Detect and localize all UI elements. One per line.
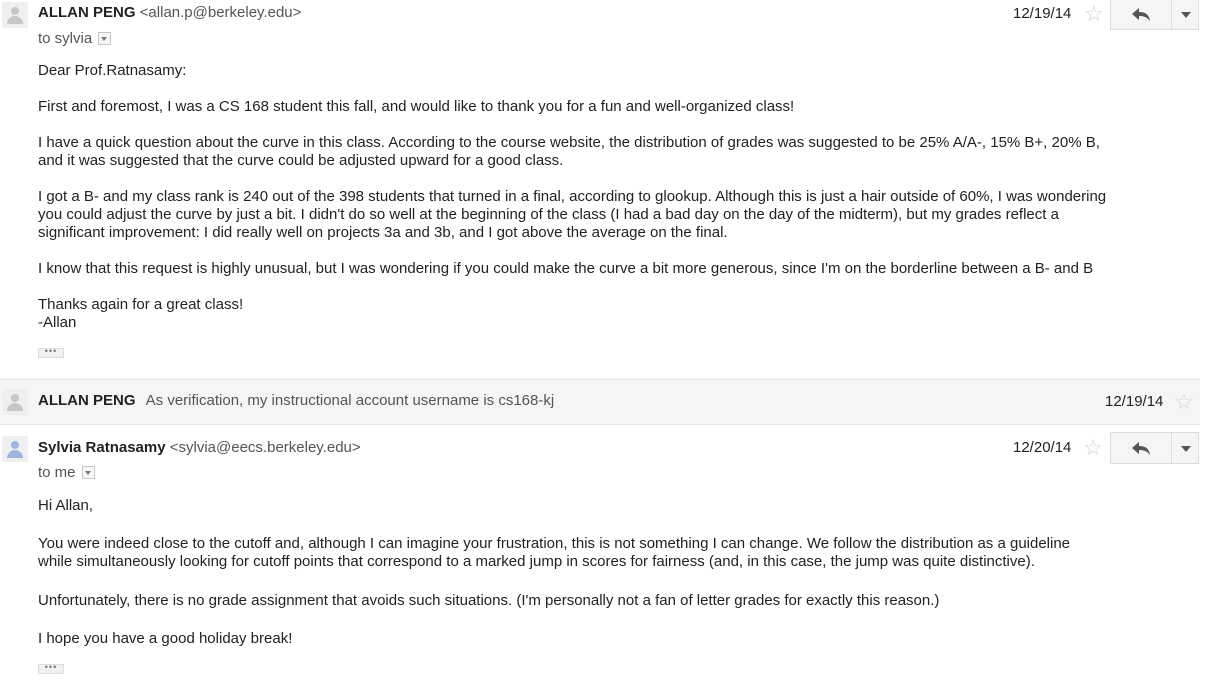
chevron-down-icon [1181, 446, 1191, 452]
show-trimmed-content-icon[interactable]: ••• [38, 347, 64, 358]
body-line: -Allan [38, 314, 77, 331]
body-line: I know that this request is highly unusu… [38, 260, 1094, 277]
body-line: I have a quick question about the curve … [38, 134, 1100, 151]
body-line: Unfortunately, there is no grade assignm… [38, 592, 940, 609]
recipient-line: to sylvia [38, 30, 112, 47]
show-details-caret-icon[interactable] [98, 31, 112, 45]
person-avatar-icon [2, 389, 28, 415]
star-icon[interactable]: ☆ [1084, 3, 1104, 25]
collapsed-summary: ALLAN PENG As verification, my instructi… [38, 392, 554, 409]
body-line: and it was suggested that the curve coul… [38, 152, 564, 169]
message-header: Sylvia Ratnasamy <sylvia@eecs.berkeley.e… [38, 439, 361, 456]
show-details-caret-icon[interactable] [81, 465, 95, 479]
person-avatar-icon [2, 2, 28, 28]
reply-button[interactable] [1110, 0, 1172, 30]
body-line: You were indeed close to the cutoff and,… [38, 535, 1071, 552]
message-allan-2-collapsed[interactable]: ALLAN PENG As verification, my instructi… [0, 379, 1200, 425]
body-line: Dear Prof.Ratnasamy: [38, 62, 187, 79]
body-line: First and foremost, I was a CS 168 stude… [38, 98, 795, 115]
recipient-text: to sylvia [38, 30, 93, 47]
sender-email: <sylvia@eecs.berkeley.edu> [169, 439, 361, 456]
body-line: Hi Allan, [38, 497, 94, 514]
message-header: ALLAN PENG <allan.p@berkeley.edu> [38, 4, 301, 21]
recipient-text: to me [38, 464, 76, 481]
reply-arrow-icon [1132, 8, 1150, 21]
body-line: significant improvement: I did really we… [38, 224, 728, 241]
star-icon[interactable]: ☆ [1174, 391, 1194, 413]
body-line: you could adjust the curve by just a bit… [38, 206, 1059, 223]
show-trimmed-content-icon[interactable]: ••• [38, 663, 64, 674]
recipient-line: to me [38, 464, 95, 481]
person-avatar-icon [2, 436, 28, 462]
body-line: I got a B- and my class rank is 240 out … [38, 188, 1107, 205]
sender-name: ALLAN PENG [38, 392, 136, 409]
message-snippet: As verification, my instructional accoun… [145, 392, 555, 409]
message-date: 12/20/14 [1013, 439, 1072, 456]
sender-email: <allan.p@berkeley.edu> [139, 4, 302, 21]
reply-button[interactable] [1110, 432, 1172, 464]
reply-arrow-icon [1132, 442, 1150, 455]
star-icon[interactable]: ☆ [1083, 437, 1103, 459]
chevron-down-icon [1181, 12, 1191, 18]
more-options-button[interactable] [1171, 0, 1199, 30]
body-line: I hope you have a good holiday break! [38, 630, 293, 647]
more-options-button[interactable] [1171, 432, 1199, 464]
message-date: 12/19/14 [1105, 393, 1164, 410]
body-line: Thanks again for a great class! [38, 296, 244, 313]
sender-name[interactable]: ALLAN PENG [38, 4, 136, 21]
body-line: while simultaneously looking for cutoff … [38, 553, 1035, 570]
message-date: 12/19/14 [1013, 5, 1072, 22]
sender-name[interactable]: Sylvia Ratnasamy [38, 439, 166, 456]
